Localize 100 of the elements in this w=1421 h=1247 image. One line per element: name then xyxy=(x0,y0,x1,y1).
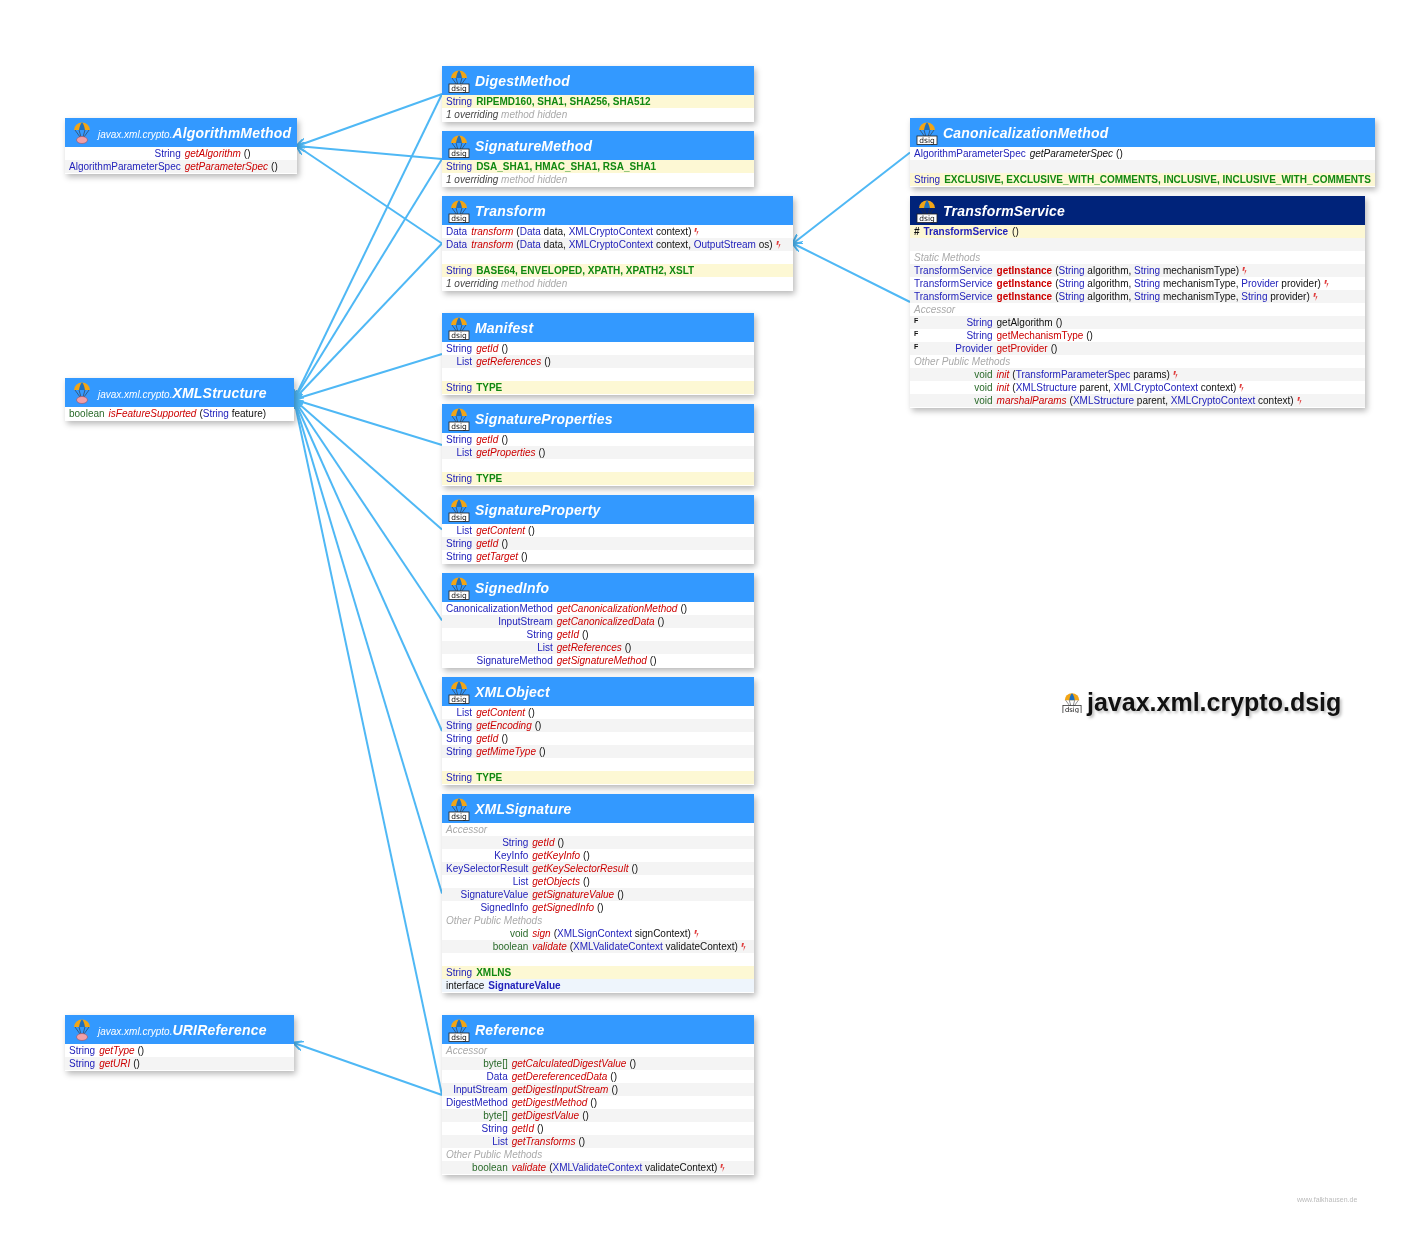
parameter-list: () xyxy=(1012,225,1019,238)
section-label: Other Public Methods xyxy=(446,1148,543,1161)
return-type: TransformService xyxy=(914,290,993,303)
parameter-list: () xyxy=(501,433,509,446)
return-type: CanonicalizationMethod xyxy=(446,602,553,615)
parachute-icon xyxy=(71,120,93,145)
return-type: AlgorithmParameterSpec xyxy=(69,160,181,173)
parameter-list: () xyxy=(590,1096,597,1109)
class-name: SignatureProperties xyxy=(475,410,613,427)
parameter-list: () xyxy=(133,1057,140,1070)
parameter-list: () xyxy=(610,1070,617,1083)
parameter-list: () xyxy=(583,875,590,888)
class-name: Reference xyxy=(475,1021,545,1038)
return-type: void xyxy=(509,927,529,940)
method-name: getSignatureMethod xyxy=(556,654,647,667)
hidden-methods-note: 1 overriding method hidden xyxy=(446,277,568,290)
parachute-icon xyxy=(71,380,93,405)
method-name: getAlgorithm xyxy=(184,147,241,160)
parameter-list: (Data data, XMLCryptoContext context) xyxy=(516,225,692,238)
field-type: String xyxy=(446,95,473,108)
return-type: boolean xyxy=(69,407,105,420)
method-name: getProperties xyxy=(476,446,536,459)
parameter-list: (String algorithm, String mechanismType) xyxy=(1055,264,1240,277)
method-name: getProvider xyxy=(996,342,1048,355)
class-name: TransformService xyxy=(943,202,1065,219)
parameter-list: () xyxy=(597,901,604,914)
method-name: transform xyxy=(471,238,514,251)
return-type: String xyxy=(446,550,473,563)
return-type: String xyxy=(966,329,993,342)
class-name: URIReference xyxy=(172,1021,267,1038)
section-label: Other Public Methods xyxy=(914,355,1011,368)
parameter-list: () xyxy=(611,1083,619,1096)
return-type: boolean xyxy=(472,1161,508,1174)
method-name: getDigestMethod xyxy=(511,1096,588,1109)
parameter-list: () xyxy=(521,550,528,563)
return-type: String xyxy=(502,836,529,849)
return-type: List xyxy=(537,641,553,654)
parameter-list: () xyxy=(680,602,688,615)
return-type: Data xyxy=(486,1070,508,1083)
parameter-list: (TransformParameterSpec params) xyxy=(1012,368,1170,381)
return-type: Data xyxy=(446,225,468,238)
method-name: getId xyxy=(476,433,499,446)
parameter-list: () xyxy=(1055,316,1063,329)
field-names: BASE64, ENVELOPED, XPATH, XPATH2, XSLT xyxy=(476,264,695,277)
method-name: getDereferencedData xyxy=(511,1070,608,1083)
return-type: AlgorithmParameterSpec xyxy=(914,147,1026,160)
method-name: getReferences xyxy=(556,641,622,654)
return-type: Provider xyxy=(955,342,993,355)
return-type: InputStream xyxy=(498,615,553,628)
method-name: getId xyxy=(476,537,499,550)
return-type: String xyxy=(446,342,473,355)
parameter-list: (Data data, XMLCryptoContext context, OutputStream os) xyxy=(516,238,773,251)
parameter-list: (String algorithm, String mechanismType, Provider provider) xyxy=(1055,277,1321,290)
class-name: CanonicalizationMethod xyxy=(943,124,1109,141)
class-name: SignatureMethod xyxy=(475,137,593,154)
field-type: String xyxy=(914,173,941,186)
section-label: Other Public Methods xyxy=(446,914,543,927)
parameter-list: () xyxy=(501,537,509,550)
return-type: KeyInfo xyxy=(494,849,529,862)
return-type: String xyxy=(446,719,473,732)
return-type: byte[] xyxy=(483,1057,508,1070)
method-name: getTransforms xyxy=(511,1135,576,1148)
class-name: SignatureProperty xyxy=(475,501,601,518)
return-type: List xyxy=(492,1135,508,1148)
return-type: Data xyxy=(446,238,468,251)
method-name: validate xyxy=(511,1161,547,1174)
method-name: getId xyxy=(556,628,579,641)
field-type: String xyxy=(446,160,473,173)
method-name: getCanonicalizationMethod xyxy=(556,602,678,615)
method-name: getURI xyxy=(99,1057,131,1070)
parameter-list: () xyxy=(582,1109,589,1122)
parameter-list: (String algorithm, String mechanismType, String provider) xyxy=(1055,290,1310,303)
method-name: getContent xyxy=(476,706,526,719)
method-name: transform xyxy=(471,225,514,238)
class-name: SignedInfo xyxy=(475,579,550,596)
class-name: XMLStructure xyxy=(172,384,267,401)
return-type: String xyxy=(69,1044,96,1057)
parameter-list: () xyxy=(617,888,624,901)
return-type: void xyxy=(974,381,993,394)
parameter-list: (XMLSignContext signContext) xyxy=(553,927,691,940)
return-type: InputStream xyxy=(453,1083,508,1096)
parameter-list: () xyxy=(544,355,551,368)
parameter-list: () xyxy=(243,147,251,160)
return-type: DigestMethod xyxy=(446,1096,508,1109)
parameter-list: (XMLStructure parent, XMLCryptoContext context) xyxy=(1069,394,1294,407)
method-name: getObjects xyxy=(532,875,581,888)
method-name: getInstance xyxy=(996,264,1053,277)
method-name: getParameterSpec xyxy=(1029,147,1114,160)
return-type: List xyxy=(456,524,473,537)
method-name: init xyxy=(996,368,1010,381)
method-name: getKeySelectorResult xyxy=(532,862,629,875)
section-label: Accessor xyxy=(446,823,488,836)
parameter-list: () xyxy=(528,706,535,719)
parameter-list: (XMLValidateContext validateContext) xyxy=(569,940,738,953)
method-name: getReferences xyxy=(476,355,542,368)
field-type: String xyxy=(446,771,473,784)
return-type: SignatureValue xyxy=(460,888,529,901)
parameter-list: () xyxy=(657,615,665,628)
return-type: void xyxy=(974,368,993,381)
class-name: DigestMethod xyxy=(475,72,570,89)
